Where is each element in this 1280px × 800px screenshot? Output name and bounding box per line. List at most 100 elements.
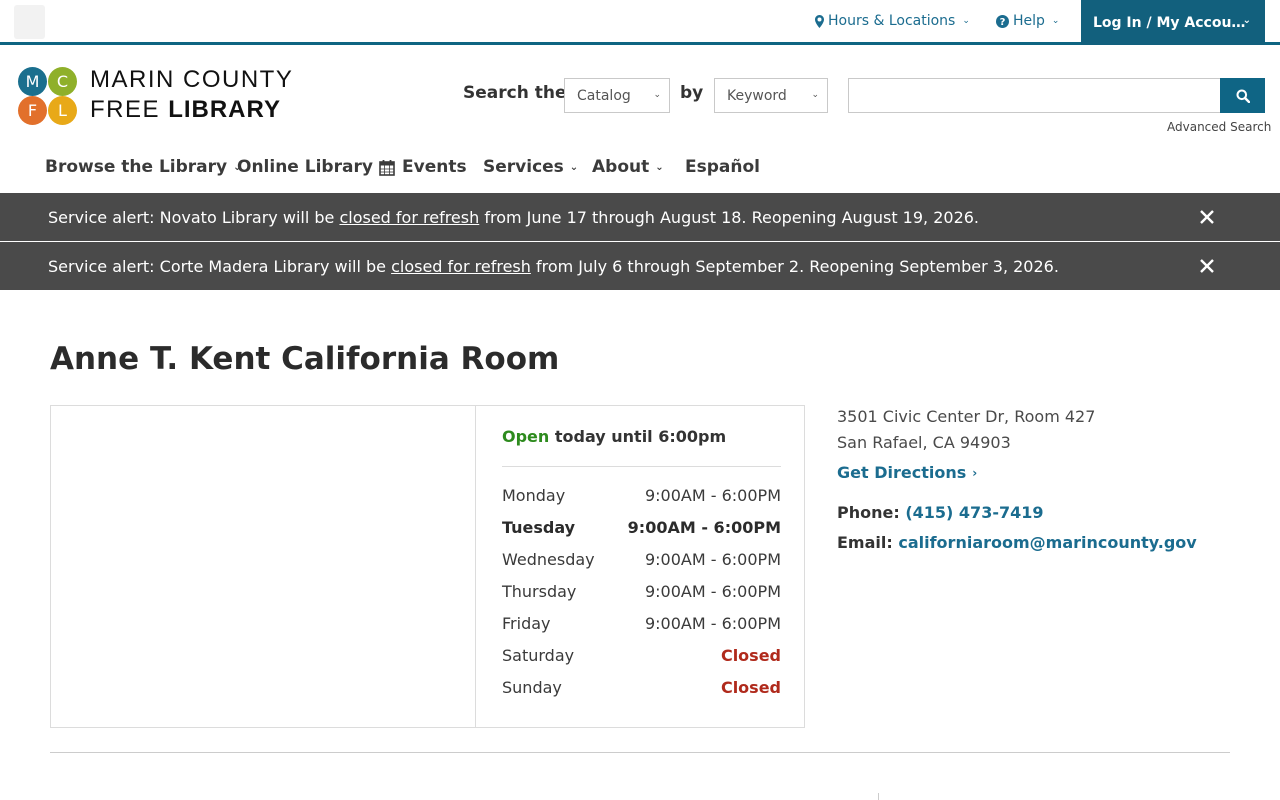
logo-circle-l: L [48, 96, 77, 125]
utility-bar: Hours & Locations ⌄ ? Help ⌄ Log In / My… [0, 0, 1280, 45]
address-line2: San Rafael, CA 94903 [837, 433, 1011, 452]
map-marker-icon [815, 14, 824, 28]
logo-circle-m: M [18, 67, 47, 96]
phone-label: Phone: [837, 503, 900, 522]
close-icon[interactable] [1197, 256, 1217, 276]
nav-services-label: Services [483, 157, 564, 177]
nav-about[interactable]: About ⌄ [592, 157, 664, 177]
login-button[interactable]: Log In / My Accou… ⌄ [1081, 0, 1265, 45]
calendar-icon [379, 159, 395, 176]
get-directions-link[interactable]: Get Directions › [837, 463, 977, 482]
nav-events[interactable]: Events [379, 157, 467, 177]
nav-online-label: Online Library [237, 157, 373, 177]
alert-text-suffix: from June 17 through August 18. Reopenin… [479, 207, 980, 227]
hours-row: Friday 9:00AM - 6:00PM [502, 614, 781, 633]
chevron-down-icon: ⌄ [962, 16, 970, 26]
service-alert: Service alert: Corte Madera Library will… [0, 242, 1280, 290]
hours-divider [502, 466, 781, 467]
search-scope-value: Catalog [577, 87, 631, 104]
location-hours-card: Open today until 6:00pm Monday 9:00AM - 6… [50, 405, 805, 728]
day-hours: 9:00AM - 6:00PM [644, 550, 781, 569]
logo-text-line2: FREE LIBRARY [90, 96, 281, 124]
get-directions-label: Get Directions [837, 463, 967, 482]
day-hours: Closed [720, 678, 781, 697]
map-area[interactable] [51, 406, 476, 727]
day-label: Saturday [502, 646, 575, 665]
chevron-down-icon: ⌄ [811, 90, 819, 100]
search-input[interactable] [848, 78, 1221, 113]
advanced-search-link[interactable]: Advanced Search [1167, 120, 1271, 134]
alert-link[interactable]: closed for refresh [391, 257, 531, 276]
nav-browse-library[interactable]: Browse the Library ⌄ [45, 157, 242, 177]
nav-events-label: Events [402, 157, 467, 177]
alert-text-prefix: Service alert: Corte Madera Library will… [48, 256, 392, 276]
search-label: Search the [463, 83, 567, 103]
chevron-down-icon: ⌄ [1051, 16, 1060, 26]
nav-espanol-label: Español [685, 157, 760, 177]
chevron-down-icon: ⌄ [569, 161, 579, 173]
section-divider [50, 752, 1230, 753]
open-status-detail: today until 6:00pm [549, 427, 727, 446]
library-logo[interactable]: M C F L MARIN COUNTY FREE LIBRARY [17, 66, 292, 128]
email-label: Email: [837, 533, 893, 552]
open-status-label: Open [502, 427, 550, 446]
search-field-value: Keyword [727, 87, 787, 104]
email-row: Email: californiaroom@marincounty.gov [837, 533, 1197, 552]
logo-circle-c: C [48, 67, 77, 96]
alert-text-suffix: from July 6 through September 2. Reopeni… [530, 256, 1059, 276]
phone-link[interactable]: (415) 473-7419 [905, 503, 1043, 522]
email-link[interactable]: californiaroom@marincounty.gov [898, 533, 1196, 552]
logo-text-library: LIBRARY [168, 96, 281, 123]
logo-text-line1: MARIN COUNTY [90, 66, 294, 93]
hours-locations-label: Hours & Locations [828, 13, 956, 29]
phone-row: Phone: (415) 473-7419 [837, 503, 1044, 522]
help-label: Help [1013, 13, 1045, 29]
day-hours: Closed [720, 646, 781, 665]
hours-locations-link[interactable]: Hours & Locations ⌄ [815, 13, 970, 29]
svg-text:?: ? [1000, 17, 1006, 28]
search-by-label: by [680, 83, 704, 103]
login-label: Log In / My Accou… [1093, 14, 1246, 31]
utility-placeholder [14, 5, 45, 39]
nav-about-label: About [592, 157, 650, 177]
chevron-down-icon: ⌄ [1242, 15, 1251, 26]
hours-row: Thursday 9:00AM - 6:00PM [502, 582, 781, 601]
search-field-select[interactable]: Keyword ⌄ [714, 78, 828, 113]
day-label: Thursday [502, 582, 577, 601]
address-line1: 3501 Civic Center Dr, Room 427 [837, 407, 1096, 426]
hours-row: Sunday Closed [502, 678, 781, 697]
day-hours: 9:00AM - 6:00PM [644, 486, 781, 505]
nav-services[interactable]: Services ⌄ [483, 157, 578, 177]
hours-row: Saturday Closed [502, 646, 781, 665]
page-title: Anne T. Kent California Room [50, 341, 560, 377]
logo-text-free: FREE [90, 96, 161, 123]
help-link[interactable]: ? Help ⌄ [996, 13, 1059, 29]
logo-circle-f: F [18, 96, 47, 125]
chevron-right-icon: › [972, 465, 978, 480]
nav-espanol[interactable]: Español [685, 157, 760, 177]
alert-link[interactable]: closed for refresh [339, 208, 479, 227]
day-label: Tuesday [502, 518, 576, 537]
open-status: Open today until 6:00pm [502, 427, 726, 446]
hours-row-today: Tuesday 9:00AM - 6:00PM [502, 518, 781, 537]
column-divider [878, 793, 879, 800]
chevron-down-icon: ⌄ [653, 90, 661, 100]
close-icon[interactable] [1197, 207, 1217, 227]
question-circle-icon: ? [996, 14, 1009, 28]
day-label: Wednesday [502, 550, 595, 569]
day-label: Monday [502, 486, 566, 505]
search-button[interactable] [1220, 78, 1265, 113]
search-icon [1236, 89, 1250, 103]
hours-row: Monday 9:00AM - 6:00PM [502, 486, 781, 505]
hours-row: Wednesday 9:00AM - 6:00PM [502, 550, 781, 569]
day-hours: 9:00AM - 6:00PM [644, 614, 781, 633]
chevron-down-icon: ⌄ [655, 161, 664, 173]
nav-online-library[interactable]: Online Library [237, 157, 373, 177]
alert-text-prefix: Service alert: Novato Library will be [48, 207, 340, 227]
day-label: Friday [502, 614, 551, 633]
search-scope-select[interactable]: Catalog ⌄ [564, 78, 670, 113]
day-label: Sunday [502, 678, 562, 697]
nav-browse-label: Browse the Library [45, 157, 228, 177]
day-hours: 9:00AM - 6:00PM [627, 518, 781, 537]
service-alert: Service alert: Novato Library will be cl… [0, 193, 1280, 241]
